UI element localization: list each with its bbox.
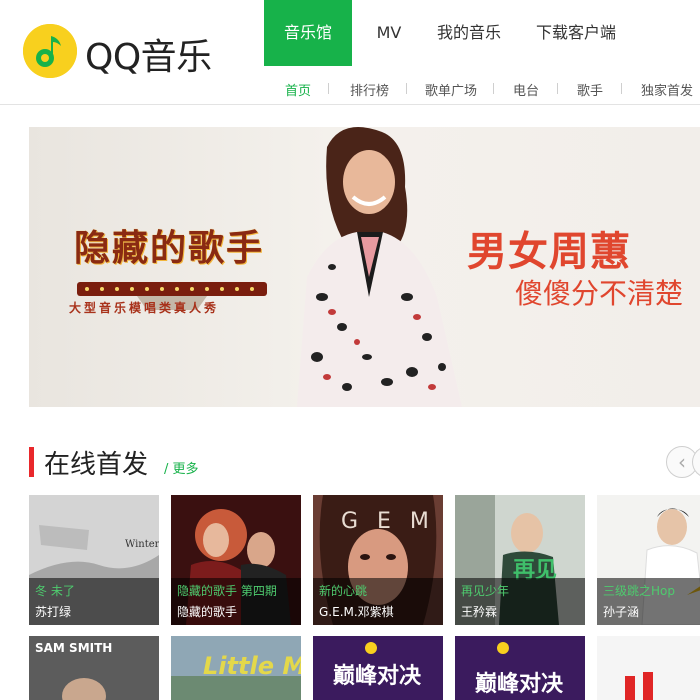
subnav-singers[interactable]: 歌手	[577, 80, 603, 99]
subnav-divider	[493, 83, 494, 94]
album-art-text: G E M	[341, 509, 435, 534]
album-card[interactable]	[597, 636, 700, 700]
card-song-title[interactable]: 冬 未了	[35, 582, 75, 599]
section-title: 在线首发	[44, 450, 149, 480]
tab-my-music[interactable]: 我的音乐	[432, 0, 506, 66]
subnav-home[interactable]: 首页	[285, 80, 311, 99]
section-accent-bar	[29, 447, 34, 477]
tab-download-client[interactable]: 下载客户端	[532, 0, 620, 66]
card-artist[interactable]: 孙子涵	[603, 603, 639, 620]
subnav-divider	[406, 83, 407, 94]
album-art-text: SAM SMITH	[35, 641, 113, 655]
card-song-title[interactable]: 隐藏的歌手 第四期	[177, 582, 277, 599]
album-card[interactable]: SAM SMITH	[29, 636, 159, 700]
album-art-text: Little Mix	[203, 652, 301, 680]
subnav-radio[interactable]: 电台	[513, 80, 539, 99]
album-card[interactable]: Little Mix	[171, 636, 301, 700]
sub-navigation: 首页 排行榜 歌单广场 电台 歌手 独家首发	[264, 72, 700, 104]
album-art-text: 巅峰对决	[333, 664, 422, 689]
subnav-divider	[328, 83, 329, 94]
show-logo-text: 隐藏的歌手	[74, 227, 265, 269]
card-artist[interactable]: 苏打绿	[35, 603, 71, 620]
subnav-exclusive[interactable]: 独家首发	[641, 80, 693, 99]
album-card[interactable]: 再见 再见少年 王矜霖	[455, 495, 585, 625]
card-song-title[interactable]: 再见少年	[461, 582, 509, 599]
card-artist[interactable]: 王矜霖	[461, 603, 497, 620]
subnav-charts[interactable]: 排行榜	[350, 80, 389, 99]
album-cover	[597, 636, 700, 700]
album-art-text: 巅峰对决	[475, 672, 564, 697]
card-song-title[interactable]: 新的心跳	[319, 582, 367, 599]
banner-subline: 傻傻分不清楚	[515, 277, 684, 310]
album-card[interactable]: Winter Endless 冬 未了 苏打绿	[29, 495, 159, 625]
album-card[interactable]: 隐藏的歌手 第四期 隐藏的歌手	[171, 495, 301, 625]
album-card[interactable]: G E M 新的心跳 G.E.M.邓紫棋	[313, 495, 443, 625]
site-header: QQ音乐 音乐馆 MV 我的音乐 下载客户端 首页 排行榜 歌单广场 电台 歌手…	[0, 0, 700, 105]
card-artist[interactable]: 隐藏的歌手	[177, 603, 237, 620]
album-card[interactable]: 巅峰对决	[313, 636, 443, 700]
singer-photo	[297, 127, 462, 407]
card-song-title[interactable]: 三级跳之Hop	[603, 582, 675, 599]
section-more-link[interactable]: / 更多	[164, 458, 199, 477]
promo-banner[interactable]: 隐藏的歌手 大型音乐模唱类真人秀 男女周蕙 傻傻分不清楚	[29, 127, 700, 407]
qq-music-logo-icon[interactable]	[23, 24, 77, 78]
card-artist[interactable]: G.E.M.邓紫棋	[319, 603, 394, 620]
banner-headline: 男女周蕙	[467, 229, 631, 275]
subnav-playlists[interactable]: 歌单广场	[425, 80, 477, 99]
subnav-divider	[621, 83, 622, 94]
tab-music-hall[interactable]: 音乐馆	[264, 0, 352, 66]
album-art-text: Winter Endless	[125, 539, 159, 550]
show-subtitle: 大型音乐模唱类真人秀	[69, 301, 220, 315]
subnav-divider	[557, 83, 558, 94]
album-card[interactable]: 巅峰对决	[455, 636, 585, 700]
tab-mv[interactable]: MV	[356, 0, 422, 66]
brand-name[interactable]: QQ音乐	[85, 28, 212, 80]
album-card[interactable]: 三级跳之Hop 孙子涵	[597, 495, 700, 625]
